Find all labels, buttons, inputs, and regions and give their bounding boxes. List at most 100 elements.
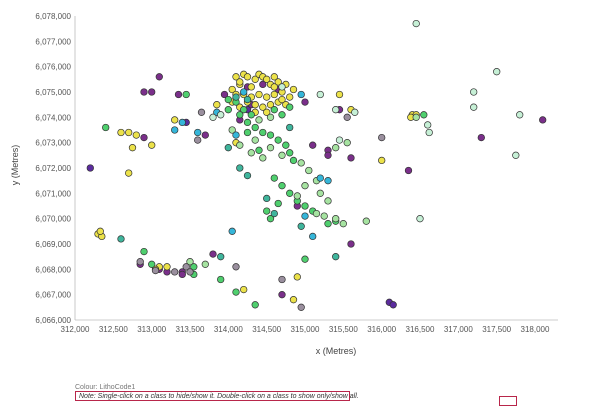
data-point	[136, 258, 144, 266]
data-point	[309, 232, 317, 241]
data-point	[324, 220, 332, 228]
data-point	[316, 189, 324, 197]
data-point	[332, 144, 340, 152]
data-point	[362, 217, 370, 225]
data-point	[232, 263, 240, 271]
data-point	[335, 90, 344, 99]
data-point	[217, 275, 225, 284]
data-point	[240, 285, 248, 294]
data-point	[351, 108, 359, 116]
x-tick-label: 315,500	[329, 325, 358, 334]
data-point	[309, 141, 317, 149]
data-point	[140, 88, 148, 96]
data-point	[477, 133, 485, 142]
legend-note: Note: Single-click on a class to hide/sh…	[75, 391, 359, 401]
data-point	[320, 212, 328, 220]
data-point	[217, 111, 225, 119]
data-point	[297, 222, 305, 230]
data-point	[301, 182, 309, 190]
x-tick-label: 312,500	[99, 325, 128, 334]
data-point	[278, 111, 286, 119]
data-point	[289, 85, 298, 94]
data-point	[316, 90, 324, 99]
data-point	[274, 199, 282, 208]
y-tick-label: 6,069,000	[35, 240, 71, 249]
data-point	[247, 149, 255, 157]
data-point	[335, 136, 344, 144]
data-point	[278, 275, 286, 284]
data-point	[347, 240, 355, 248]
scatter-chart: 312,000 312,500 313,000 313,500 314,000 314,5…	[10, 12, 558, 356]
data-point	[266, 144, 275, 152]
x-tick-label: 317,000	[444, 325, 473, 334]
data-point	[516, 111, 524, 119]
data-point	[232, 131, 240, 139]
data-point	[171, 126, 179, 134]
data-point	[117, 235, 125, 243]
x-axis-title: x (Metres)	[316, 346, 357, 356]
data-point	[174, 90, 183, 99]
data-point	[305, 166, 313, 175]
data-point	[470, 103, 478, 111]
data-point	[255, 90, 263, 99]
y-tick-label: 6,072,000	[35, 164, 71, 173]
data-point	[263, 194, 271, 203]
data-point	[96, 227, 104, 235]
data-point	[243, 118, 252, 127]
x-tick-label: 314,000	[214, 325, 243, 334]
data-point	[224, 144, 232, 152]
data-point	[378, 156, 386, 165]
data-point	[171, 116, 179, 124]
data-point	[293, 273, 301, 281]
data-point	[424, 121, 432, 129]
data-point	[217, 253, 225, 261]
data-point	[236, 164, 244, 172]
data-point	[117, 128, 125, 137]
data-point	[251, 136, 259, 144]
data-point	[270, 90, 278, 99]
data-point	[247, 111, 255, 119]
data-point	[297, 90, 305, 99]
y-axis: 6,066,000 6,067,000 6,068,000 6,069,000 6,07…	[35, 12, 76, 325]
data-point	[228, 227, 236, 235]
legend-toggle-box[interactable]	[499, 396, 517, 406]
data-point	[301, 212, 309, 220]
x-tick-label: 313,000	[137, 325, 166, 334]
data-point	[236, 111, 244, 119]
x-tick-label: 315,000	[291, 325, 320, 334]
data-point	[243, 128, 252, 137]
data-point	[493, 68, 501, 76]
data-point	[255, 146, 263, 154]
data-point	[140, 247, 148, 256]
data-point	[301, 98, 309, 106]
data-point	[236, 78, 244, 86]
data-point	[412, 19, 420, 28]
data-point	[197, 108, 206, 116]
data-point	[339, 220, 347, 228]
data-point	[251, 301, 259, 309]
data-point	[278, 291, 286, 299]
y-tick-label: 6,067,000	[35, 291, 71, 300]
data-point	[128, 144, 137, 152]
data-point	[270, 174, 278, 182]
data-point	[232, 93, 240, 101]
data-point	[343, 113, 351, 121]
data-point	[178, 270, 186, 279]
data-point	[324, 151, 332, 159]
data-point	[278, 182, 286, 190]
data-point	[425, 128, 433, 137]
data-point	[324, 177, 332, 185]
data-point	[416, 215, 424, 223]
data-point	[293, 192, 301, 200]
data-point	[420, 111, 428, 119]
data-point	[148, 260, 156, 268]
data-point	[263, 207, 271, 215]
data-point	[243, 171, 252, 180]
x-tick-label: 313,500	[176, 325, 205, 334]
data-point	[412, 113, 420, 121]
data-point	[270, 209, 278, 218]
data-point	[209, 113, 217, 121]
data-point	[512, 151, 520, 159]
data-point	[289, 156, 298, 165]
data-point	[332, 106, 340, 114]
